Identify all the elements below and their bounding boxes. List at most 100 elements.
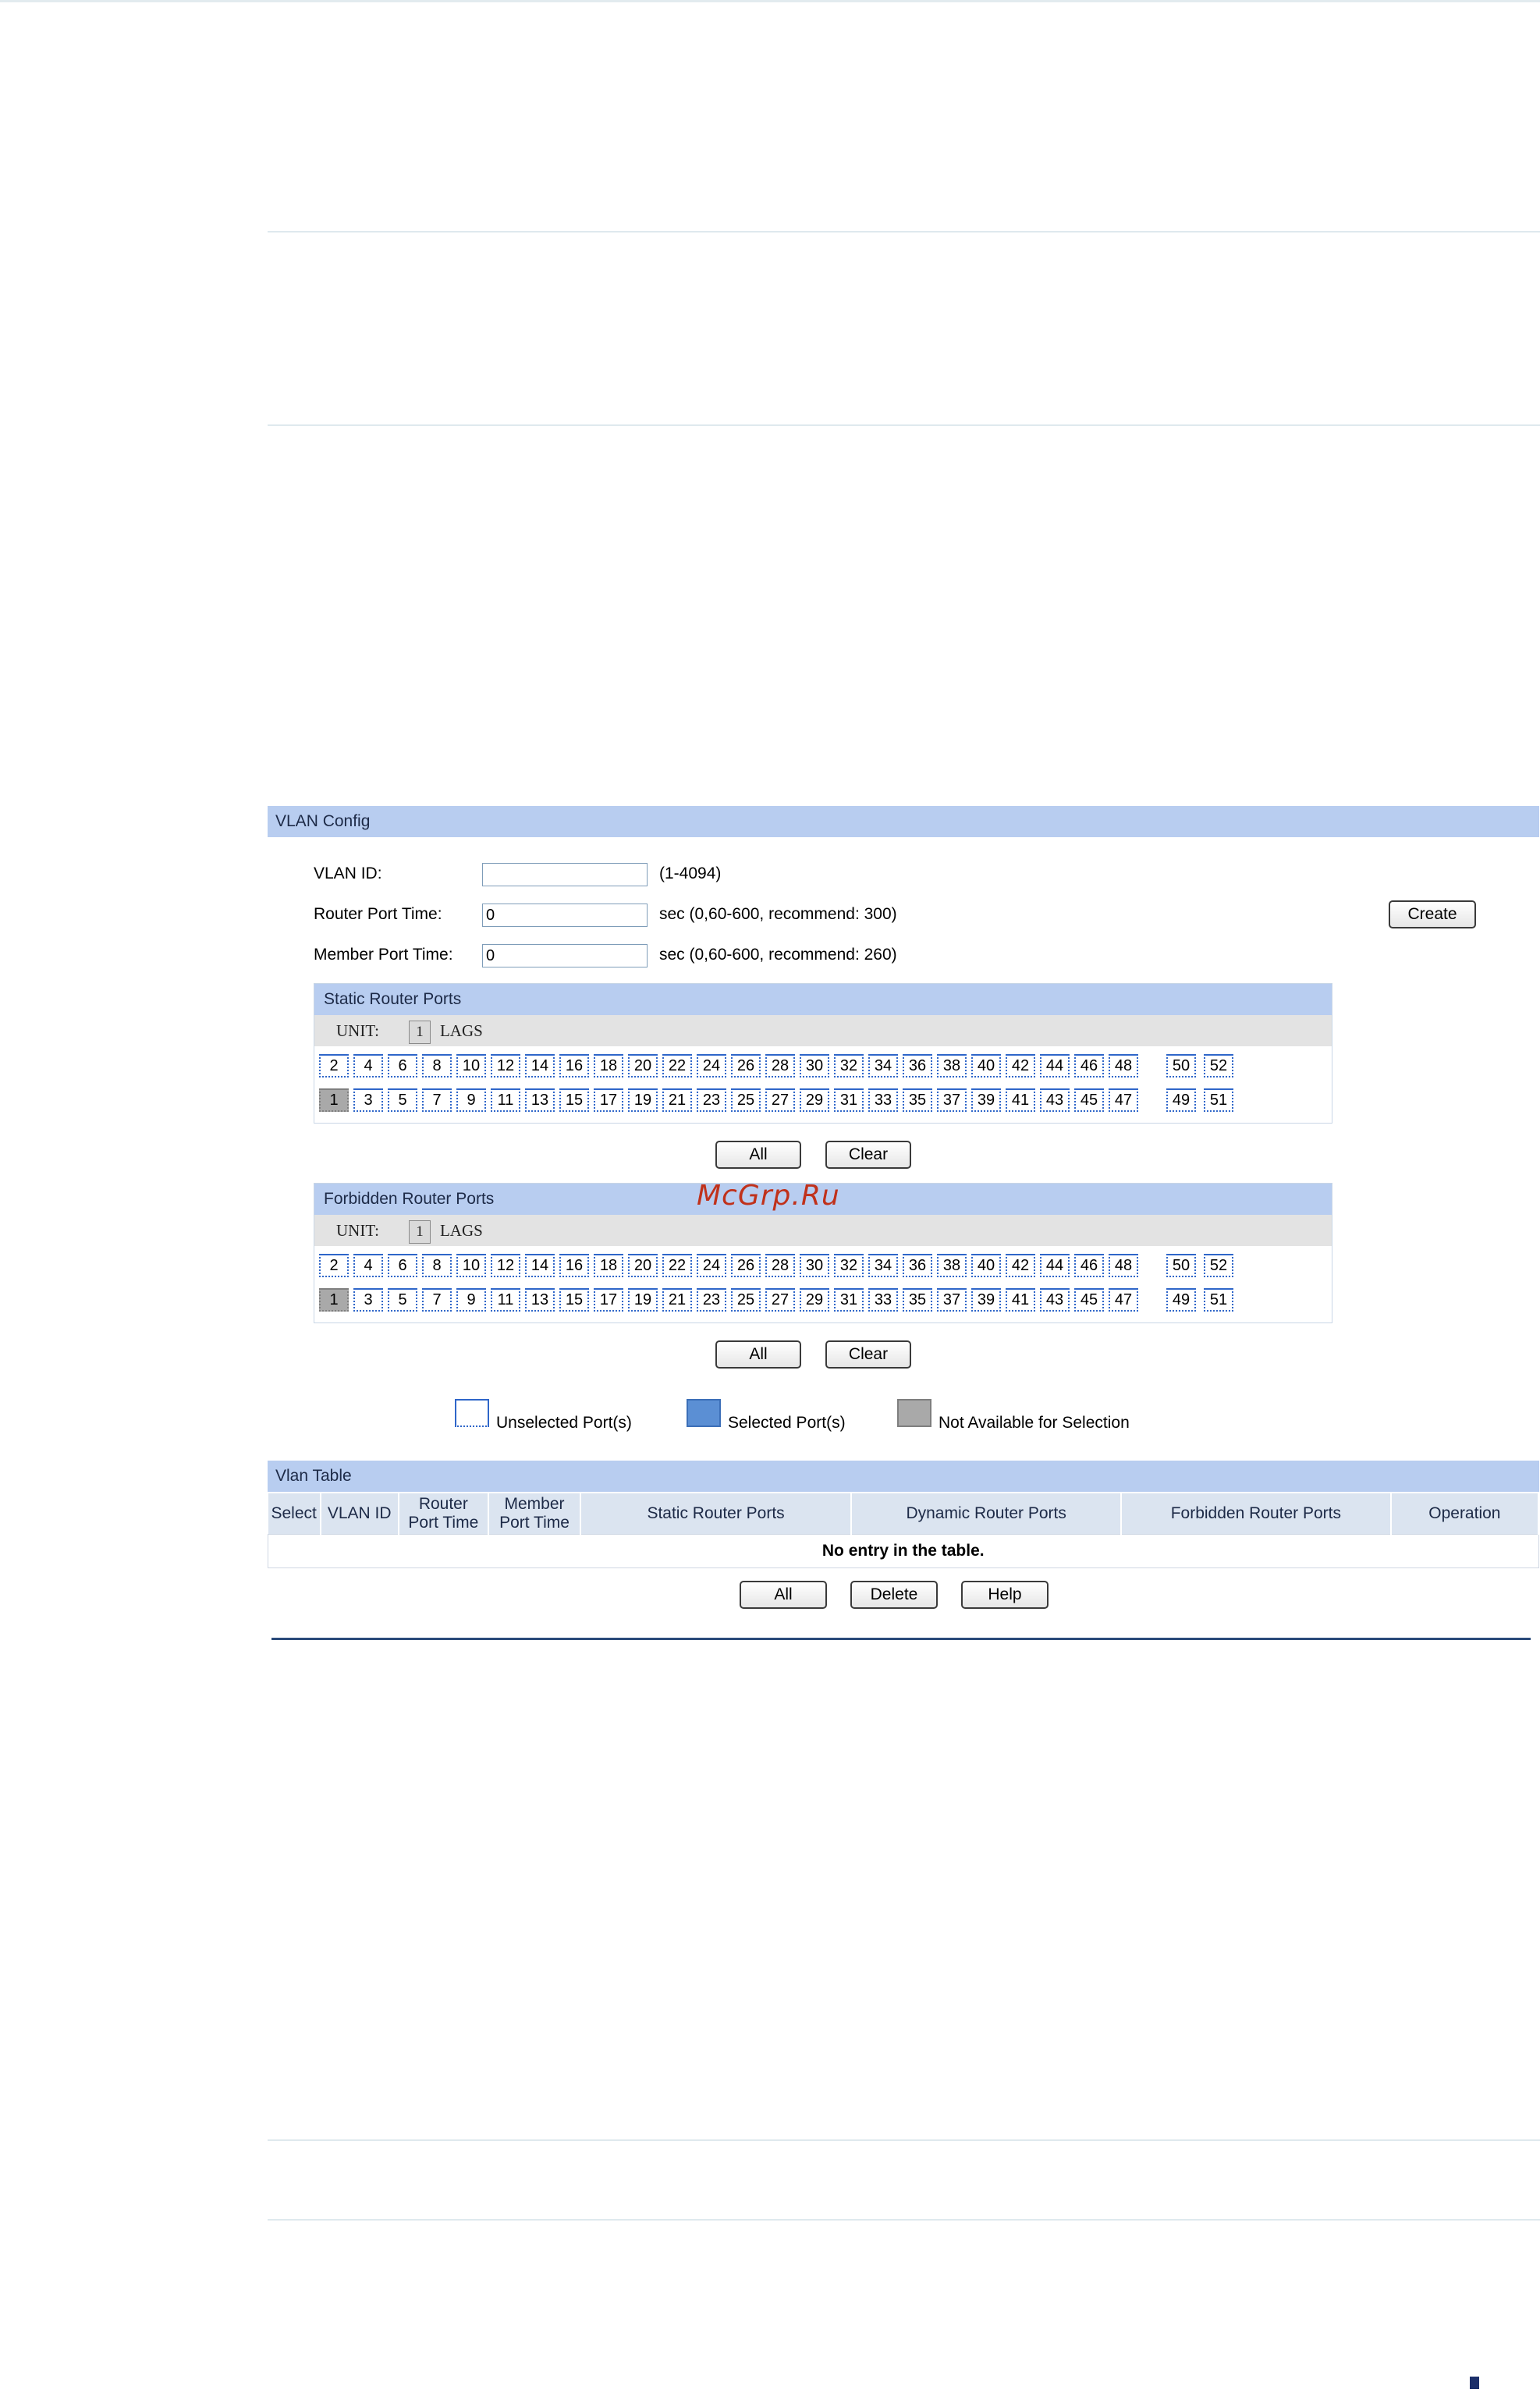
- table-all-button[interactable]: All: [740, 1581, 827, 1609]
- port-43[interactable]: 43: [1040, 1288, 1070, 1312]
- port-2[interactable]: 2: [319, 1054, 349, 1078]
- port-25[interactable]: 25: [731, 1088, 761, 1112]
- port-50[interactable]: 50: [1166, 1054, 1196, 1078]
- port-45[interactable]: 45: [1074, 1288, 1104, 1312]
- port-46[interactable]: 46: [1074, 1054, 1104, 1078]
- port-5[interactable]: 5: [388, 1288, 417, 1312]
- port-18[interactable]: 18: [594, 1254, 623, 1277]
- lags-tab[interactable]: LAGS: [440, 1221, 483, 1240]
- vlan-id-input[interactable]: [482, 863, 648, 886]
- port-9[interactable]: 9: [456, 1088, 486, 1112]
- port-51[interactable]: 51: [1204, 1288, 1233, 1312]
- port-23[interactable]: 23: [697, 1288, 726, 1312]
- forbidden-clear-button[interactable]: Clear: [825, 1340, 911, 1369]
- port-33[interactable]: 33: [868, 1088, 898, 1112]
- port-3[interactable]: 3: [353, 1088, 383, 1112]
- static-all-button[interactable]: All: [715, 1141, 801, 1169]
- port-34[interactable]: 34: [868, 1054, 898, 1078]
- forbidden-all-button[interactable]: All: [715, 1340, 801, 1369]
- port-47[interactable]: 47: [1109, 1088, 1138, 1112]
- help-button[interactable]: Help: [961, 1581, 1049, 1609]
- port-42[interactable]: 42: [1006, 1054, 1035, 1078]
- port-13[interactable]: 13: [525, 1088, 555, 1112]
- port-52[interactable]: 52: [1204, 1254, 1233, 1277]
- port-37[interactable]: 37: [937, 1288, 967, 1312]
- port-35[interactable]: 35: [903, 1288, 932, 1312]
- port-30[interactable]: 30: [800, 1054, 829, 1078]
- port-8[interactable]: 8: [422, 1054, 452, 1078]
- port-23[interactable]: 23: [697, 1088, 726, 1112]
- port-6[interactable]: 6: [388, 1254, 417, 1277]
- port-35[interactable]: 35: [903, 1088, 932, 1112]
- port-22[interactable]: 22: [662, 1054, 692, 1078]
- port-26[interactable]: 26: [731, 1254, 761, 1277]
- port-12[interactable]: 12: [491, 1254, 520, 1277]
- port-18[interactable]: 18: [594, 1054, 623, 1078]
- port-42[interactable]: 42: [1006, 1254, 1035, 1277]
- port-15[interactable]: 15: [559, 1288, 589, 1312]
- port-17[interactable]: 17: [594, 1288, 623, 1312]
- port-28[interactable]: 28: [765, 1054, 795, 1078]
- port-31[interactable]: 31: [834, 1288, 864, 1312]
- port-29[interactable]: 29: [800, 1088, 829, 1112]
- port-32[interactable]: 32: [834, 1054, 864, 1078]
- port-31[interactable]: 31: [834, 1088, 864, 1112]
- unit-1-button[interactable]: 1: [408, 1220, 431, 1244]
- port-12[interactable]: 12: [491, 1054, 520, 1078]
- port-38[interactable]: 38: [937, 1254, 967, 1277]
- port-4[interactable]: 4: [353, 1054, 383, 1078]
- unit-1-button[interactable]: 1: [408, 1021, 431, 1045]
- create-button[interactable]: Create: [1389, 900, 1476, 928]
- port-11[interactable]: 11: [491, 1088, 520, 1112]
- port-19[interactable]: 19: [628, 1288, 658, 1312]
- port-11[interactable]: 11: [491, 1288, 520, 1312]
- port-38[interactable]: 38: [937, 1054, 967, 1078]
- port-41[interactable]: 41: [1006, 1288, 1035, 1312]
- port-48[interactable]: 48: [1109, 1054, 1138, 1078]
- port-37[interactable]: 37: [937, 1088, 967, 1112]
- port-36[interactable]: 36: [903, 1054, 932, 1078]
- static-clear-button[interactable]: Clear: [825, 1141, 911, 1169]
- port-43[interactable]: 43: [1040, 1088, 1070, 1112]
- port-40[interactable]: 40: [971, 1254, 1001, 1277]
- port-50[interactable]: 50: [1166, 1254, 1196, 1277]
- port-49[interactable]: 49: [1166, 1088, 1196, 1112]
- port-26[interactable]: 26: [731, 1054, 761, 1078]
- port-21[interactable]: 21: [662, 1288, 692, 1312]
- port-44[interactable]: 44: [1040, 1254, 1070, 1277]
- lags-tab[interactable]: LAGS: [440, 1021, 483, 1040]
- port-39[interactable]: 39: [971, 1088, 1001, 1112]
- port-15[interactable]: 15: [559, 1088, 589, 1112]
- port-3[interactable]: 3: [353, 1288, 383, 1312]
- port-7[interactable]: 7: [422, 1088, 452, 1112]
- port-20[interactable]: 20: [628, 1254, 658, 1277]
- port-9[interactable]: 9: [456, 1288, 486, 1312]
- port-27[interactable]: 27: [765, 1088, 795, 1112]
- port-34[interactable]: 34: [868, 1254, 898, 1277]
- router-port-time-input[interactable]: [482, 904, 648, 927]
- port-2[interactable]: 2: [319, 1254, 349, 1277]
- port-5[interactable]: 5: [388, 1088, 417, 1112]
- port-13[interactable]: 13: [525, 1288, 555, 1312]
- port-8[interactable]: 8: [422, 1254, 452, 1277]
- port-40[interactable]: 40: [971, 1054, 1001, 1078]
- port-29[interactable]: 29: [800, 1288, 829, 1312]
- port-17[interactable]: 17: [594, 1088, 623, 1112]
- port-36[interactable]: 36: [903, 1254, 932, 1277]
- port-49[interactable]: 49: [1166, 1288, 1196, 1312]
- delete-button[interactable]: Delete: [850, 1581, 938, 1609]
- port-30[interactable]: 30: [800, 1254, 829, 1277]
- port-44[interactable]: 44: [1040, 1054, 1070, 1078]
- port-10[interactable]: 10: [456, 1054, 486, 1078]
- port-47[interactable]: 47: [1109, 1288, 1138, 1312]
- port-6[interactable]: 6: [388, 1054, 417, 1078]
- port-24[interactable]: 24: [697, 1254, 726, 1277]
- port-16[interactable]: 16: [559, 1254, 589, 1277]
- port-24[interactable]: 24: [697, 1054, 726, 1078]
- port-39[interactable]: 39: [971, 1288, 1001, 1312]
- port-45[interactable]: 45: [1074, 1088, 1104, 1112]
- port-46[interactable]: 46: [1074, 1254, 1104, 1277]
- port-4[interactable]: 4: [353, 1254, 383, 1277]
- port-10[interactable]: 10: [456, 1254, 486, 1277]
- port-14[interactable]: 14: [525, 1054, 555, 1078]
